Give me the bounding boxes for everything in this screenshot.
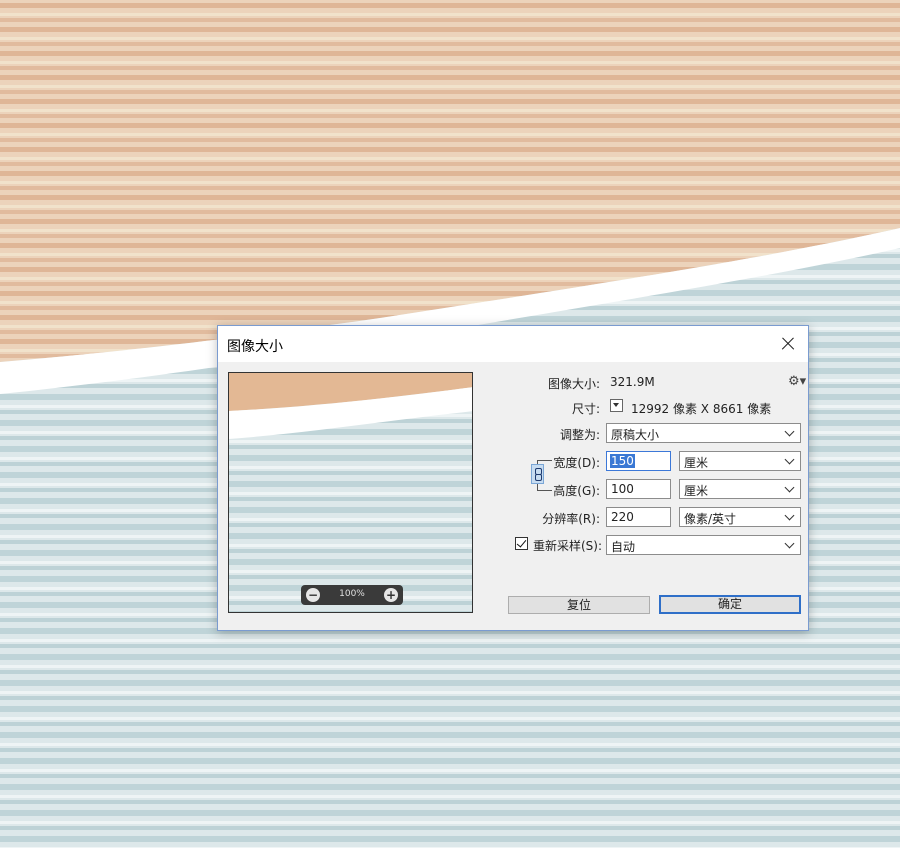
height-unit-select[interactable]: 厘米 [679,479,801,499]
image-preview[interactable]: − 100% + [228,372,473,613]
dimensions-label: 尺寸: [571,402,600,416]
resolution-unit-select[interactable]: 像素/英寸 [679,507,801,527]
zoom-in-icon[interactable]: + [384,588,398,602]
reset-button[interactable]: 复位 [508,596,650,614]
height-input[interactable]: 100 [606,479,671,499]
width-unit-select[interactable]: 厘米 [679,451,801,471]
height-unit: 厘米 [684,484,709,498]
chevron-down-icon [784,510,795,521]
height-label: 高度(G): [553,484,600,498]
dimensions-value: 12992 像素 X 8661 像素 [631,402,772,416]
image-size-label: 图像大小: [547,377,600,391]
resolution-input[interactable]: 220 [606,507,671,527]
height-value: 100 [611,482,634,496]
fit-to-select[interactable]: 原稿大小 [606,423,801,443]
width-value: 150 [610,454,635,468]
width-unit: 厘米 [684,456,709,470]
image-size-dialog: 图像大小 − 100% + 图像大小: 321.9M ⚙▾ 尺寸: 12992 … [217,325,809,631]
resolution-label: 分辨率(R): [542,512,600,526]
dimensions-unit-dropdown[interactable] [610,399,623,412]
fit-to-label: 调整为: [559,428,600,442]
dialog-titlebar: 图像大小 [218,326,808,362]
resample-label: 重新采样(S): [532,539,602,553]
resolution-value: 220 [611,510,634,524]
gear-icon[interactable]: ⚙▾ [788,374,806,389]
width-label: 宽度(D): [553,456,600,470]
chevron-down-icon [784,454,795,465]
resample-value: 自动 [611,540,636,554]
chevron-down-icon [784,482,795,493]
dialog-title: 图像大小 [227,339,283,355]
chevron-down-icon [784,426,795,437]
resolution-unit: 像素/英寸 [684,512,737,526]
resample-select[interactable]: 自动 [606,535,801,555]
ok-button[interactable]: 确定 [659,595,801,614]
resample-checkbox[interactable] [515,537,528,550]
zoom-bar: − 100% + [301,585,403,605]
fit-to-value: 原稿大小 [611,428,660,442]
close-icon[interactable] [776,332,800,356]
chevron-down-icon [784,538,795,549]
preview-image [229,373,472,612]
width-input[interactable]: 150 [606,451,671,471]
image-size-value: 321.9M [610,375,655,389]
